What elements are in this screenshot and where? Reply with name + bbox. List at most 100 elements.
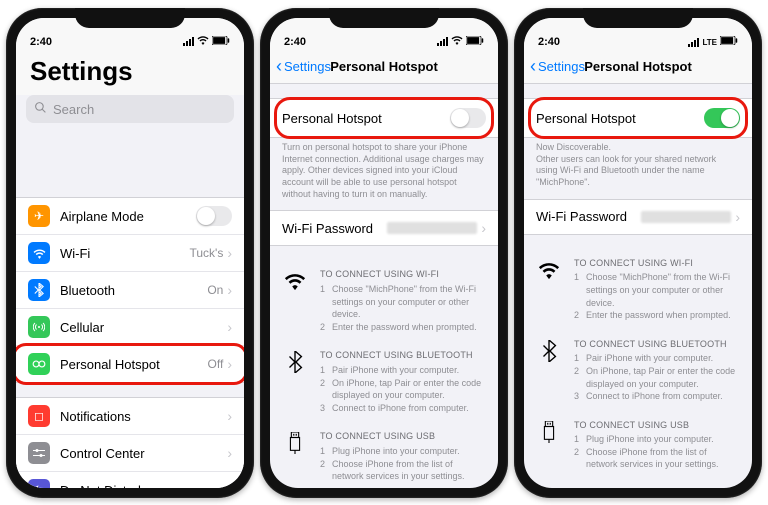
notch [583, 8, 693, 28]
list-item: Enter the password when prompted. [332, 321, 477, 334]
hotspot-toggle-on[interactable] [704, 108, 740, 128]
row-value: Off [208, 357, 224, 371]
row-label: Airplane Mode [60, 209, 196, 224]
list-item: Enter the password when prompted. [586, 309, 731, 322]
row-label: Bluetooth [60, 283, 207, 298]
chevron-left-icon: ‹ [276, 56, 282, 77]
notch [75, 8, 185, 28]
chevron-right-icon: › [227, 356, 232, 372]
airplane-toggle[interactable] [196, 206, 232, 226]
row-bluetooth[interactable]: Bluetooth On › [16, 272, 244, 309]
chevron-right-icon: › [227, 319, 232, 335]
chevron-right-icon: › [227, 282, 232, 298]
list-item: Plug iPhone into your computer. [332, 445, 460, 458]
battery-icon [720, 36, 738, 48]
row-label: Wi-Fi [60, 246, 189, 261]
wifi-icon [451, 35, 463, 48]
phone-frame-3: 2:40 LTE ‹ Settings Personal Hotspot Per… [514, 8, 762, 498]
wifi-password-value-blurred [387, 222, 477, 234]
row-wifi[interactable]: Wi-Fi Tuck's › [16, 235, 244, 272]
row-airplane-mode[interactable]: ✈ Airplane Mode [16, 198, 244, 235]
hotspot-toggle-row[interactable]: Personal Hotspot [270, 99, 498, 137]
instructions-title: TO CONNECT USING WI-FI [574, 257, 740, 270]
status-time: 2:40 [284, 36, 334, 48]
toggle-label: Personal Hotspot [536, 111, 636, 126]
chevron-right-icon: › [227, 445, 232, 461]
phone-frame-1: 2:40 Settings Search ✈ [6, 8, 254, 498]
settings-list: ✈ Airplane Mode Wi-Fi Tuck's › Bl [16, 133, 244, 488]
signal-icon [688, 38, 699, 47]
nav-bar: ‹ Settings Personal Hotspot [524, 50, 752, 84]
bluetooth-icon [28, 279, 50, 301]
status-time: 2:40 [538, 36, 588, 48]
status-time: 2:40 [30, 36, 80, 48]
list-item: Connect to iPhone from computer. [586, 390, 723, 403]
instructions-title: TO CONNECT USING WI-FI [320, 268, 486, 281]
hotspot-footer: Now Discoverable. Other users can look f… [524, 138, 752, 199]
row-do-not-disturb[interactable]: Do Not Disturb › [16, 472, 244, 488]
wifi-icon [28, 242, 50, 264]
hotspot-toggle-off[interactable] [450, 108, 486, 128]
screen-settings-root: 2:40 Settings Search ✈ [16, 18, 244, 488]
footer-line: Other users can look for your shared net… [536, 154, 716, 187]
footer-line: Now Discoverable. [536, 142, 611, 152]
instructions: TO CONNECT USING WI-FI 1Choose "MichPhon… [270, 262, 498, 488]
list-item: On iPhone, tap Pair or enter the code di… [586, 365, 740, 390]
hotspot-footer: Turn on personal hotspot to share your i… [270, 138, 498, 210]
list-item: Choose "MichPhone" from the Wi-Fi settin… [586, 271, 740, 309]
list-item: Plug iPhone into your computer. [586, 433, 714, 446]
row-value: On [207, 283, 223, 297]
wifi-password-value-blurred [641, 211, 731, 223]
chevron-right-icon: › [227, 245, 232, 261]
row-cellular[interactable]: Cellular › [16, 309, 244, 346]
bluetooth-icon [536, 338, 562, 403]
search-placeholder: Search [53, 102, 94, 117]
notch [329, 8, 439, 28]
instructions-wifi: TO CONNECT USING WI-FI 1Choose "MichPhon… [270, 262, 498, 343]
wifi-icon [536, 257, 562, 322]
instructions-bluetooth: TO CONNECT USING BLUETOOTH 1Pair iPhone … [270, 343, 498, 424]
usb-icon [282, 430, 308, 482]
battery-icon [466, 36, 484, 48]
page-title: Settings [16, 50, 244, 95]
row-control-center[interactable]: Control Center › [16, 435, 244, 472]
back-label: Settings [284, 59, 331, 74]
row-label: Personal Hotspot [60, 357, 208, 372]
chevron-right-icon: › [735, 209, 740, 225]
lte-label: LTE [702, 38, 717, 47]
wifi-password-row[interactable]: Wi-Fi Password › [524, 200, 752, 234]
signal-icon [183, 37, 194, 46]
instructions-bluetooth: TO CONNECT USING BLUETOOTH 1Pair iPhone … [524, 332, 752, 413]
status-indicators: LTE [678, 36, 738, 48]
battery-icon [212, 36, 230, 48]
row-notifications[interactable]: ◻ Notifications › [16, 398, 244, 435]
search-icon [34, 101, 47, 117]
dnd-icon [28, 479, 50, 488]
wifi-password-row[interactable]: Wi-Fi Password › [270, 211, 498, 245]
usb-icon [536, 419, 562, 471]
row-personal-hotspot[interactable]: Personal Hotspot Off › [16, 346, 244, 382]
control-center-icon [28, 442, 50, 464]
notifications-icon: ◻ [28, 405, 50, 427]
cellular-icon [28, 316, 50, 338]
instructions-wifi: TO CONNECT USING WI-FI 1Choose "MichPhon… [524, 251, 752, 332]
instructions-title: TO CONNECT USING BLUETOOTH [574, 338, 740, 351]
status-indicators [170, 35, 230, 48]
nav-bar: ‹ Settings Personal Hotspot [270, 50, 498, 84]
phone-frame-2: 2:40 ‹ Settings Personal Hotspot P [260, 8, 508, 498]
instructions-title: TO CONNECT USING BLUETOOTH [320, 349, 486, 362]
list-item: On iPhone, tap Pair or enter the code di… [332, 377, 486, 402]
back-label: Settings [538, 59, 585, 74]
row-label: Cellular [60, 320, 227, 335]
wifi-icon [197, 35, 209, 48]
instructions-usb: TO CONNECT USING USB 1Plug iPhone into y… [270, 424, 498, 488]
back-button[interactable]: ‹ Settings [270, 56, 331, 77]
wifi-icon [282, 268, 308, 333]
screen-hotspot-on: 2:40 LTE ‹ Settings Personal Hotspot Per… [524, 18, 752, 488]
back-button[interactable]: ‹ Settings [524, 56, 585, 77]
search-input[interactable]: Search [26, 95, 234, 123]
instructions: TO CONNECT USING WI-FI 1Choose "MichPhon… [524, 251, 752, 481]
hotspot-toggle-row[interactable]: Personal Hotspot [524, 99, 752, 137]
instructions-title: TO CONNECT USING USB [574, 419, 740, 432]
chevron-right-icon: › [227, 408, 232, 424]
